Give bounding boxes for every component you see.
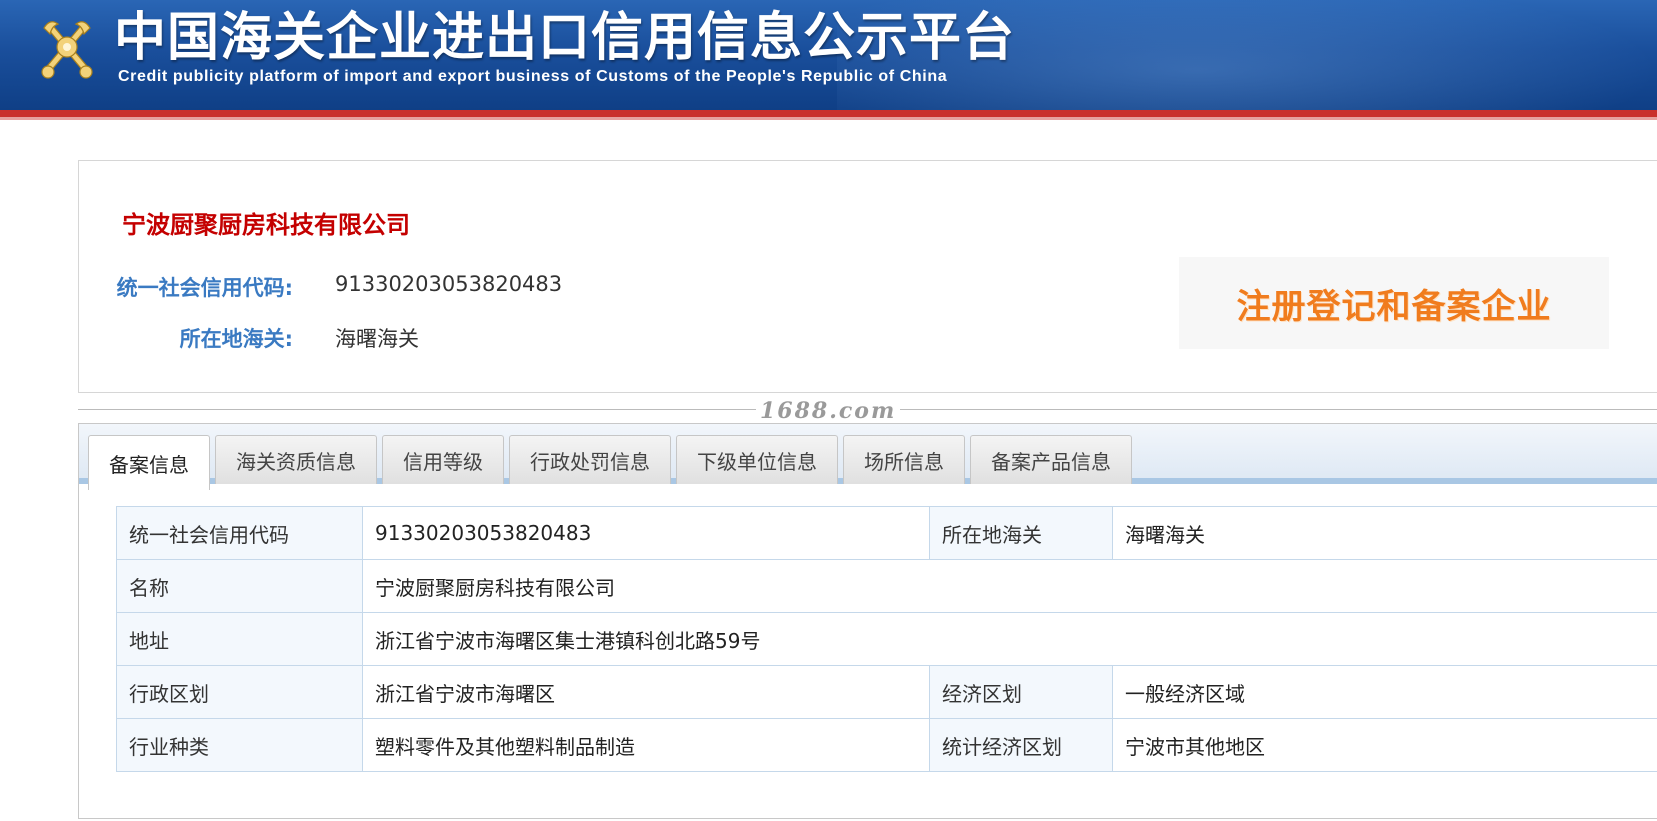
- table-value: 塑料零件及其他塑料制品制造: [362, 718, 930, 772]
- table-label: 名称: [116, 559, 363, 613]
- table-label: 经济区划: [929, 665, 1113, 719]
- tab-administrative-penalty[interactable]: 行政处罚信息: [509, 435, 671, 484]
- credit-code-value: 91330203053820483: [335, 272, 563, 296]
- site-subtitle: Credit publicity platform of import and …: [118, 68, 948, 85]
- table-value: 海曙海关: [1112, 506, 1657, 560]
- table-row: 名称 宁波厨聚厨房科技有限公司: [116, 559, 1657, 613]
- tab-premises-info[interactable]: 场所信息: [843, 435, 965, 484]
- status-badge: 注册登记和备案企业: [1179, 257, 1609, 349]
- tab-bar: 备案信息 海关资质信息 信用等级 行政处罚信息 下级单位信息 场所信息 备案产品…: [79, 424, 1657, 490]
- table-value: 浙江省宁波市海曙区集士港镇科创北路59号: [362, 612, 1657, 666]
- tab-customs-qualification[interactable]: 海关资质信息: [215, 435, 377, 484]
- table-value: 一般经济区域: [1112, 665, 1657, 719]
- table-label: 所在地海关: [929, 506, 1113, 560]
- status-badge-text: 注册登记和备案企业: [1236, 286, 1552, 327]
- tab-filing-info[interactable]: 备案信息: [88, 435, 210, 490]
- filing-info-table: 统一社会信用代码 91330203053820483 所在地海关 海曙海关 名称…: [116, 506, 1657, 772]
- tab-subordinate-units[interactable]: 下级单位信息: [676, 435, 838, 484]
- table-label: 地址: [116, 612, 363, 666]
- company-name: 宁波厨聚厨房科技有限公司: [122, 211, 410, 239]
- site-header: 中国海关企业进出口信用信息公示平台 Credit publicity platf…: [0, 0, 1657, 110]
- table-row: 地址 浙江省宁波市海曙区集士港镇科创北路59号: [116, 612, 1657, 666]
- company-summary-panel: 宁波厨聚厨房科技有限公司 统一社会信用代码: 91330203053820483…: [78, 160, 1657, 393]
- header-red-stripe: [0, 110, 1657, 117]
- table-row: 行政区划 浙江省宁波市海曙区 经济区划 一般经济区域: [116, 665, 1657, 719]
- table-label: 行政区划: [116, 665, 363, 719]
- table-label: 统计经济区划: [929, 718, 1113, 772]
- table-label: 统一社会信用代码: [116, 506, 363, 560]
- table-value: 浙江省宁波市海曙区: [362, 665, 930, 719]
- site-title: 中国海关企业进出口信用信息公示平台: [114, 8, 1016, 68]
- detail-panel: 备案信息 海关资质信息 信用等级 行政处罚信息 下级单位信息 场所信息 备案产品…: [78, 423, 1657, 819]
- table-value: 宁波市其他地区: [1112, 718, 1657, 772]
- header-stripe-shadow: [0, 117, 1657, 120]
- customs-label: 所在地海关:: [179, 327, 293, 351]
- table-value: 91330203053820483: [362, 506, 930, 560]
- customs-emblem-icon: [41, 21, 93, 79]
- table-label: 行业种类: [116, 718, 363, 772]
- tab-filed-products[interactable]: 备案产品信息: [970, 435, 1132, 484]
- tab-credit-rating[interactable]: 信用等级: [382, 435, 504, 484]
- table-row: 统一社会信用代码 91330203053820483 所在地海关 海曙海关: [116, 506, 1657, 560]
- table-row: 行业种类 塑料零件及其他塑料制品制造 统计经济区划 宁波市其他地区: [116, 718, 1657, 772]
- customs-value: 海曙海关: [335, 327, 419, 351]
- table-value: 宁波厨聚厨房科技有限公司: [362, 559, 1657, 613]
- credit-code-label: 统一社会信用代码:: [116, 276, 293, 300]
- watermark: 1688.com: [756, 398, 901, 424]
